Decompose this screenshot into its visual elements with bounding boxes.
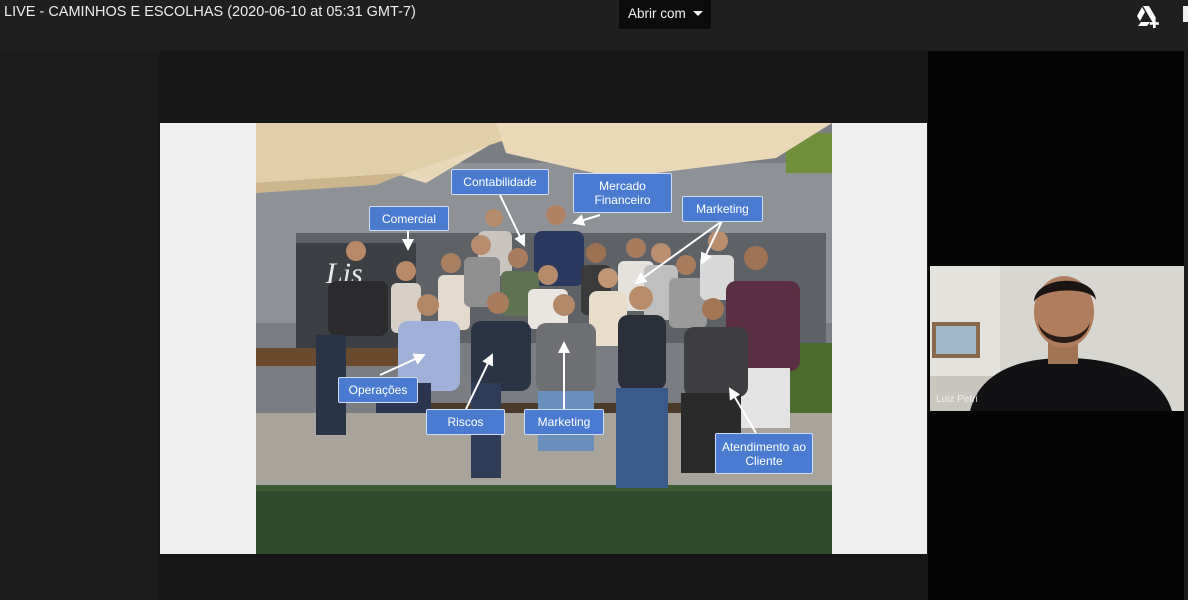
label-mercado-financeiro: Mercado Financeiro [573, 173, 672, 213]
chevron-down-icon [693, 11, 703, 16]
team-photo: Lis Comercial Contabilidade Mercado Fina… [256, 123, 832, 554]
label-operacoes: Operações [338, 377, 418, 403]
label-riscos: Riscos [426, 409, 505, 435]
google-drive-add-icon[interactable] [1135, 4, 1161, 28]
label-marketing-top: Marketing [682, 196, 763, 222]
label-atendimento: Atendimento ao Cliente [715, 433, 813, 474]
label-contabilidade: Contabilidade [451, 169, 549, 195]
participant-name: Luiz Petri [936, 394, 978, 405]
open-with-label: Abrir com [628, 6, 686, 21]
label-comercial: Comercial [369, 206, 449, 231]
top-bar: LIVE - CAMINHOS E ESCOLHAS (2020-06-10 a… [0, 0, 1188, 50]
webcam-scene [930, 266, 1184, 411]
toolbar-edge-icon [1183, 6, 1188, 22]
label-marketing-bottom: Marketing [524, 409, 604, 435]
document-title: LIVE - CAMINHOS E ESCOLHAS (2020-06-10 a… [4, 4, 416, 20]
participant-video[interactable]: Luiz Petri [930, 266, 1184, 411]
open-with-button[interactable]: Abrir com [619, 0, 711, 29]
